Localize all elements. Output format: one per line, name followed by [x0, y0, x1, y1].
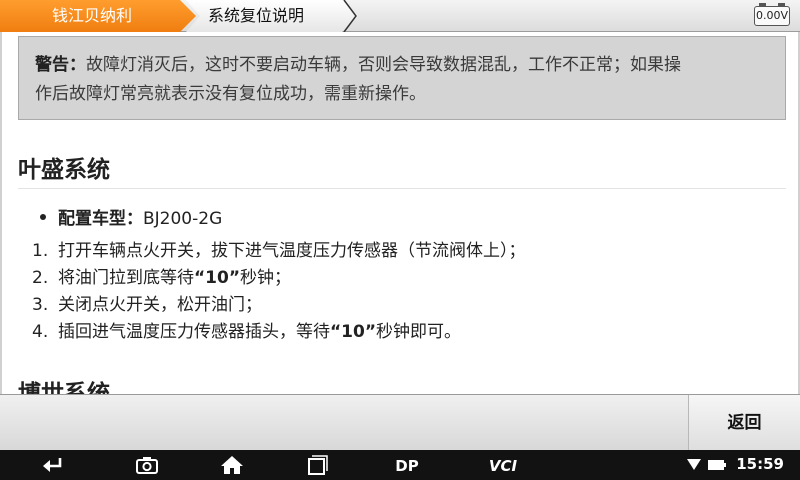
system-navigation-bar: DP VCI 15:59 [0, 450, 800, 480]
recent-apps-icon[interactable] [303, 455, 329, 475]
status-clock: 15:59 [736, 455, 784, 473]
next-section-title: 博世系统 [18, 381, 110, 394]
dp-icon[interactable]: DP [388, 455, 426, 475]
step-text-suffix: 秒钟即可。 [376, 322, 462, 342]
step-number: 2. [32, 268, 49, 288]
step-text: 插回进气温度压力传感器插头，等待 [58, 322, 330, 342]
step-number: 3. [32, 295, 49, 315]
bottom-action-bar: 返回 [0, 394, 800, 451]
section-title: 叶盛系统 [18, 157, 110, 183]
step-item: 1. 打开车辆点火开关，拔下进气温度压力传感器（节流阀体上）； [32, 238, 526, 265]
svg-text:DP: DP [395, 457, 418, 475]
status-icons [686, 457, 730, 477]
svg-text:VCI: VCI [489, 457, 518, 475]
back-button[interactable]: 返回 [688, 395, 800, 451]
step-item: 3. 关闭点火开关，松开油门； [32, 292, 526, 319]
step-item: 2. 将油门拉到底等待“10”秒钟； [32, 265, 526, 292]
breadcrumb-brand[interactable]: 钱江贝纳利 [0, 0, 196, 32]
step-list: 1. 打开车辆点火开关，拔下进气温度压力传感器（节流阀体上）； 2. 将油门拉到底等… [32, 238, 526, 346]
step-emphasis: “10” [330, 322, 377, 342]
model-value: BJ200-2G [143, 209, 223, 229]
section-divider [18, 188, 786, 189]
step-text: 打开车辆点火开关，拔下进气温度压力传感器（节流阀体上）； [58, 241, 526, 261]
breadcrumb-current-page: 系统复位说明 [186, 0, 358, 32]
step-text: 将油门拉到底等待 [58, 268, 194, 288]
camera-icon[interactable] [134, 455, 160, 475]
battery-voltage-indicator: 0.00V [754, 3, 790, 26]
model-label: 配置车型： [58, 209, 143, 229]
step-text-suffix: 秒钟； [240, 268, 292, 288]
home-icon[interactable] [219, 455, 245, 475]
instruction-content-panel[interactable]: 警告：故障灯消灭后，这时不要启动车辆，否则会导致数据混乱，工作不正常；如果操 作… [0, 32, 800, 394]
breadcrumb-separator-icon [343, 0, 357, 32]
warning-text-line2: 作后故障灯常亮就表示没有复位成功，需重新操作。 [35, 84, 426, 104]
top-breadcrumb-bar: 钱江贝纳利 系统复位说明 0.00V [0, 0, 800, 32]
model-bullet: 配置车型：BJ200-2G [40, 204, 222, 229]
back-arrow-icon[interactable] [40, 455, 66, 475]
warning-label: 警告： [35, 55, 86, 75]
step-item: 4. 插回进气温度压力传感器插头，等待“10”秒钟即可。 [32, 319, 526, 346]
warning-text-line1: 故障灯消灭后，这时不要启动车辆，否则会导致数据混乱，工作不正常；如果操 [86, 55, 681, 75]
step-emphasis: “10” [194, 268, 241, 288]
step-text: 关闭点火开关，松开油门； [58, 295, 262, 315]
step-number: 1. [32, 241, 49, 261]
step-number: 4. [32, 322, 49, 342]
warning-box: 警告：故障灯消灭后，这时不要启动车辆，否则会导致数据混乱，工作不正常；如果操 作… [18, 36, 786, 120]
vci-icon[interactable]: VCI [483, 455, 523, 475]
bullet-dot-icon [40, 214, 46, 220]
wifi-battery-icon [687, 459, 726, 470]
